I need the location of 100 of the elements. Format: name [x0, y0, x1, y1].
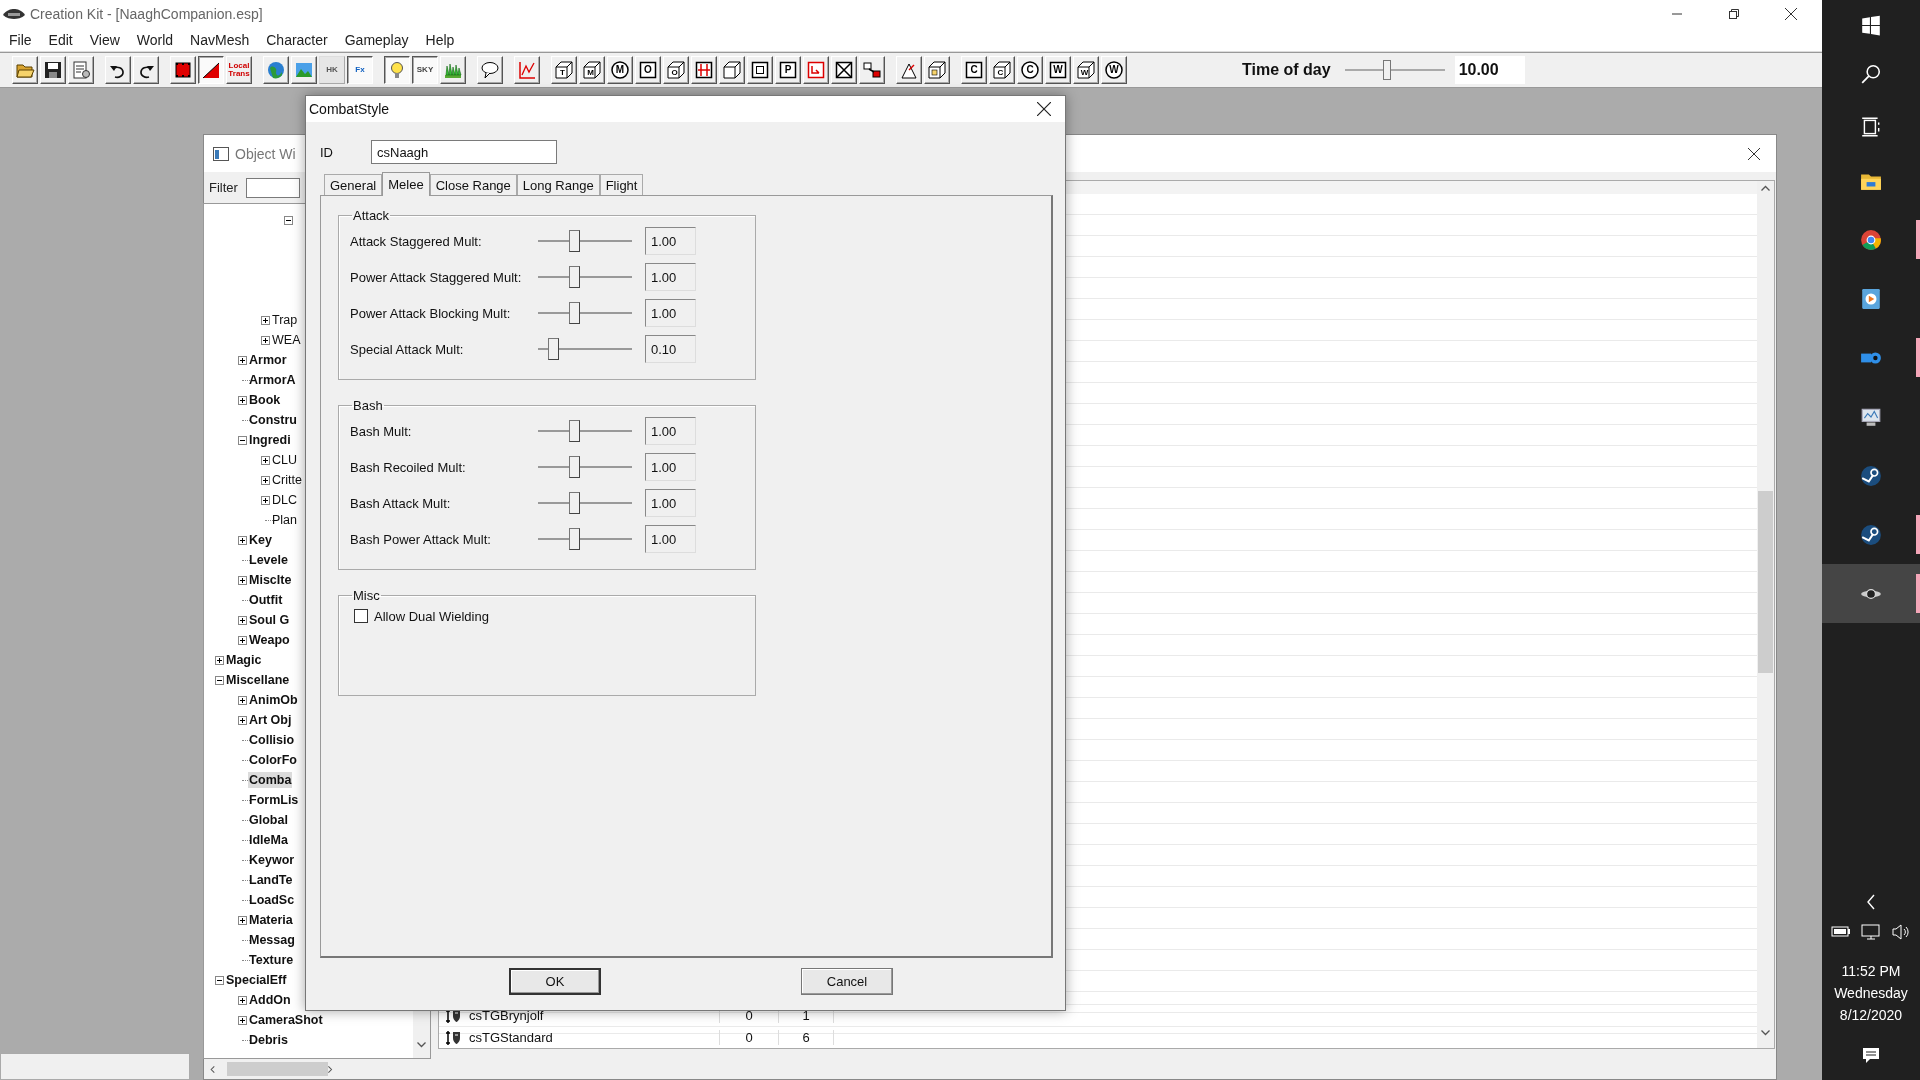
tree-item[interactable]: Levele: [248, 552, 289, 568]
slider[interactable]: [538, 491, 632, 515]
tree-item[interactable]: MiscIte: [248, 572, 293, 588]
plus-box-icon[interactable]: [260, 315, 270, 325]
toolbar-button[interactable]: C: [989, 56, 1015, 84]
scrollbar-thumb[interactable]: [226, 1062, 329, 1076]
menu-item[interactable]: Character: [258, 31, 337, 48]
plus-box-icon[interactable]: [237, 715, 247, 725]
tree-item[interactable]: Book: [248, 392, 282, 408]
slider[interactable]: [538, 419, 632, 443]
tree-item[interactable]: AddOn: [248, 992, 292, 1008]
plus-box-icon[interactable]: [237, 355, 247, 365]
plus-box-icon[interactable]: [214, 655, 224, 665]
value-field[interactable]: 0.10: [645, 335, 696, 363]
tree-item[interactable]: Miscellane: [225, 672, 291, 688]
toolbar-button[interactable]: Local Trans: [226, 56, 252, 84]
minus-box-icon[interactable]: [214, 675, 224, 685]
toolbar-button[interactable]: [198, 56, 224, 84]
scrollbar-thumb[interactable]: [1758, 491, 1773, 673]
dialog-button[interactable]: OK: [509, 968, 601, 995]
slider[interactable]: [538, 337, 632, 361]
slider[interactable]: [538, 265, 632, 289]
tree-item[interactable]: WEA: [271, 332, 302, 348]
tree-item[interactable]: Critte: [271, 472, 303, 488]
id-field[interactable]: csNaagh: [371, 140, 557, 164]
toolbar-button[interactable]: T: [551, 56, 577, 84]
tree-item[interactable]: CLU: [271, 452, 298, 468]
tree-item[interactable]: Soul G: [248, 612, 291, 628]
time-slider[interactable]: [1344, 58, 1445, 82]
tree-item[interactable]: LandTe: [248, 872, 294, 888]
value-field[interactable]: 1.00: [645, 263, 696, 291]
value-field[interactable]: 1.00: [645, 489, 696, 517]
toolbar-button[interactable]: [384, 56, 410, 84]
value-field[interactable]: 1.00: [645, 227, 696, 255]
tree-item[interactable]: Global: [248, 812, 289, 828]
menu-item[interactable]: Help: [417, 31, 464, 48]
tree-item[interactable]: Armor: [248, 352, 288, 368]
value-field[interactable]: 1.00: [645, 453, 696, 481]
tree-item[interactable]: LoadSc: [248, 892, 296, 908]
slider[interactable]: [538, 455, 632, 479]
toolbar-button[interactable]: C: [961, 56, 987, 84]
tree-item[interactable]: Key: [248, 532, 273, 548]
plus-box-icon[interactable]: [260, 335, 270, 345]
toolbar-button[interactable]: M: [579, 56, 605, 84]
toolbar-button[interactable]: M: [607, 56, 633, 84]
plus-box-icon[interactable]: [237, 995, 247, 1005]
plus-box-icon[interactable]: [260, 455, 270, 465]
tree-item[interactable]: ArmorA: [248, 372, 297, 388]
minus-box-icon[interactable]: [283, 215, 293, 225]
slider[interactable]: [538, 229, 632, 253]
slider-thumb[interactable]: [568, 492, 580, 514]
tree-item[interactable]: Comba: [248, 772, 293, 788]
tree-item[interactable]: Collisio: [248, 732, 296, 748]
tab[interactable]: Melee: [382, 172, 430, 196]
plus-box-icon[interactable]: [237, 915, 247, 925]
tree-item[interactable]: CameraShot: [248, 1012, 324, 1028]
checkbox[interactable]: [354, 609, 368, 623]
toolbar-button[interactable]: W: [1101, 56, 1127, 84]
plus-box-icon[interactable]: [237, 575, 247, 585]
menu-item[interactable]: NavMesh: [182, 31, 259, 48]
tree-item[interactable]: Messag: [248, 932, 296, 948]
plus-box-icon[interactable]: [237, 535, 247, 545]
clock-day[interactable]: Wednesday: [1834, 982, 1908, 1004]
tree-item[interactable]: FormLis: [248, 792, 300, 808]
tree-item[interactable]: IdleMa: [248, 832, 289, 848]
plus-box-icon[interactable]: [237, 615, 247, 625]
plus-box-icon[interactable]: [237, 635, 247, 645]
tab[interactable]: General: [324, 174, 383, 195]
slider[interactable]: [538, 527, 632, 551]
slider-thumb[interactable]: [568, 230, 580, 252]
tree-item[interactable]: Magic: [225, 652, 263, 668]
slider[interactable]: [538, 301, 632, 325]
tree-item[interactable]: Trap: [271, 312, 299, 328]
dialog-button[interactable]: Cancel: [801, 968, 893, 995]
menu-item[interactable]: Edit: [40, 31, 82, 48]
minus-box-icon[interactable]: [214, 975, 224, 985]
minus-box-icon[interactable]: [237, 435, 247, 445]
clock-date[interactable]: 8/12/2020: [1839, 1004, 1903, 1026]
clock-time[interactable]: 11:52 PM: [1841, 960, 1901, 982]
slider-thumb[interactable]: [548, 338, 560, 360]
plus-box-icon[interactable]: [237, 1015, 247, 1025]
tree-item[interactable]: Keywor: [248, 852, 296, 868]
tab[interactable]: Flight: [599, 174, 644, 195]
toolbar-button[interactable]: SKY: [412, 56, 438, 84]
toolbar-button[interactable]: W: [1045, 56, 1071, 84]
menu-item[interactable]: World: [128, 31, 183, 48]
value-field[interactable]: 1.00: [645, 299, 696, 327]
plus-box-icon[interactable]: [237, 395, 247, 405]
menu-item[interactable]: Gameplay: [336, 31, 418, 48]
slider-thumb[interactable]: [568, 528, 580, 550]
slider-thumb[interactable]: [568, 420, 580, 442]
slider-thumb[interactable]: [1382, 60, 1391, 80]
tree-item[interactable]: Debris: [248, 1032, 289, 1048]
tab[interactable]: Long Range: [516, 174, 600, 195]
menu-item[interactable]: View: [81, 31, 129, 48]
tree-item[interactable]: ColorFo: [248, 752, 298, 768]
toolbar-button[interactable]: W: [1073, 56, 1099, 84]
plus-box-icon[interactable]: [237, 695, 247, 705]
tree-item[interactable]: AnimOb: [248, 692, 299, 708]
tree-item[interactable]: Weapo: [248, 632, 291, 648]
